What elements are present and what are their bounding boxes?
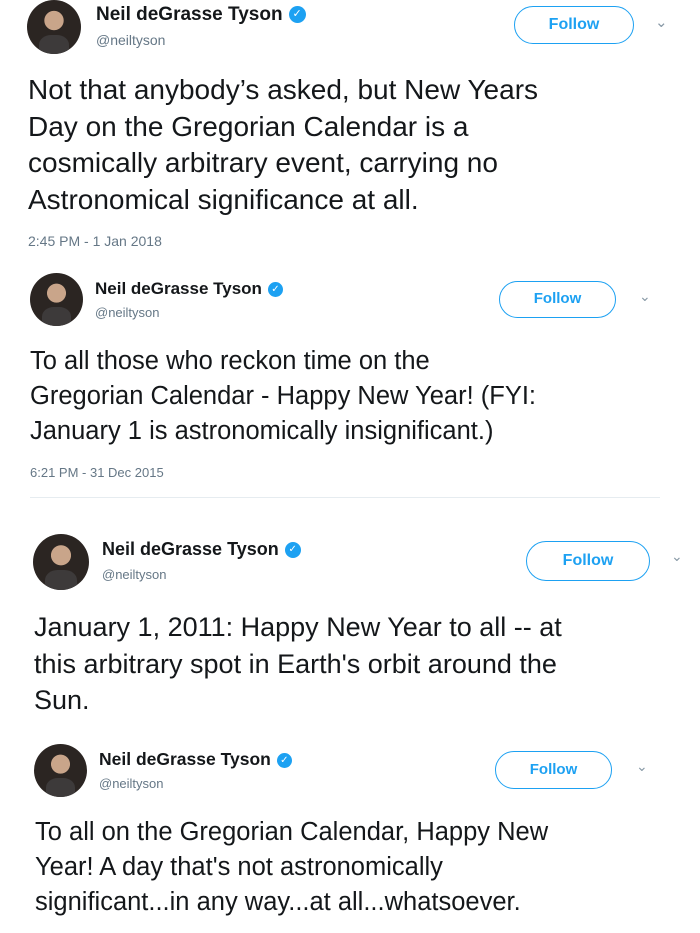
avatar[interactable]: [27, 0, 81, 54]
follow-button[interactable]: Follow: [526, 541, 650, 581]
chevron-down-icon[interactable]: ⌄: [639, 288, 651, 305]
tweet-text-line: cosmically arbitrary event, carrying no: [28, 147, 498, 178]
tweet-text: January 1, 2011: Happy New Year to all -…: [34, 609, 562, 719]
chevron-down-icon[interactable]: ⌄: [636, 758, 648, 775]
author-name[interactable]: Neil deGrasse Tyson ✓: [95, 279, 283, 299]
tweet-text-line: January 1, 2011: Happy New Year to all -…: [34, 612, 562, 642]
verified-badge-icon: ✓: [288, 6, 306, 24]
author-name[interactable]: Neil deGrasse Tyson ✓: [96, 4, 306, 26]
tweet-text-line: To all those who reckon time on the: [30, 347, 430, 375]
author-handle[interactable]: @neiltyson: [95, 305, 160, 320]
verified-badge-icon: ✓: [267, 282, 283, 298]
tweet-text-line: Not that anybody’s asked, but New Years: [28, 74, 539, 105]
tweet-text-line: Year! A day that's not astronomically: [35, 853, 443, 881]
avatar[interactable]: [33, 534, 89, 590]
tweet-text-line: January 1 is astronomically insignifican…: [30, 417, 494, 445]
tweet-text-line: Gregorian Calendar - Happy New Year! (FY…: [30, 382, 536, 410]
tweet-text-line: To all on the Gregorian Calendar, Happy …: [35, 818, 549, 846]
tweet-text: Not that anybody’s asked, but New Years …: [28, 72, 538, 218]
tweet-text: To all those who reckon time on the Greg…: [30, 344, 536, 449]
chevron-down-icon[interactable]: ⌄: [671, 548, 683, 565]
author-name[interactable]: Neil deGrasse Tyson ✓: [99, 749, 292, 770]
verified-badge-icon: ✓: [284, 542, 301, 559]
tweet-timestamp[interactable]: 2:45 PM - 1 Jan 2018: [28, 233, 162, 249]
divider: [30, 497, 660, 498]
tweet-text-line: significant...in any way...at all...what…: [35, 888, 521, 916]
author-name[interactable]: Neil deGrasse Tyson ✓: [102, 539, 301, 560]
author-handle[interactable]: @neiltyson: [96, 32, 165, 48]
tweet-text-line: this arbitrary spot in Earth's orbit aro…: [34, 648, 557, 679]
author-handle[interactable]: @neiltyson: [102, 567, 167, 582]
tweet-text: To all on the Gregorian Calendar, Happy …: [35, 815, 548, 920]
avatar[interactable]: [30, 273, 83, 326]
follow-button[interactable]: Follow: [514, 6, 634, 44]
follow-button[interactable]: Follow: [495, 751, 612, 789]
verified-badge-icon: ✓: [276, 752, 292, 768]
tweet-timestamp[interactable]: 6:21 PM - 31 Dec 2015: [30, 465, 164, 480]
tweet-text-line: Sun.: [34, 685, 90, 715]
avatar[interactable]: [34, 744, 87, 797]
tweet-text-line: Astronomical significance at all.: [28, 183, 419, 215]
author-handle[interactable]: @neiltyson: [99, 776, 164, 791]
tweet-text-line: Day on the Gregorian Calendar is a: [28, 110, 469, 142]
follow-button[interactable]: Follow: [499, 281, 616, 318]
chevron-down-icon[interactable]: ⌄: [655, 13, 668, 31]
